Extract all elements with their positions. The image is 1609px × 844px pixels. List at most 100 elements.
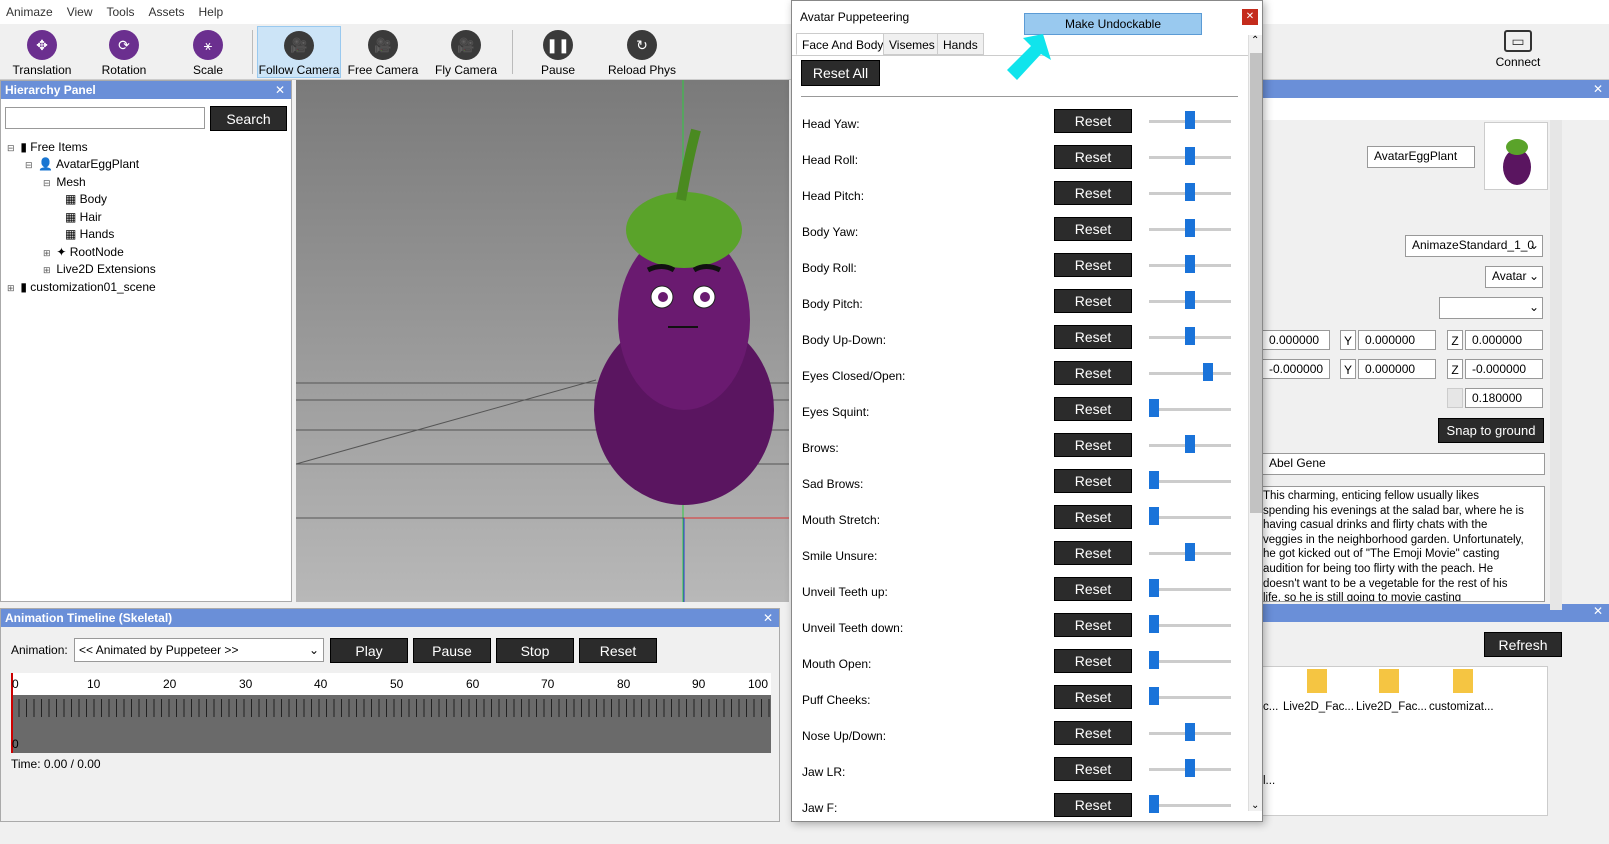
rot-x-field[interactable]: -0.000000 [1262,359,1330,379]
reset-button[interactable]: Reset [1054,613,1132,637]
menu-assets[interactable]: Assets [149,5,185,19]
slider-thumb[interactable] [1149,651,1159,669]
play-button[interactable]: Play [330,638,408,663]
reset-button[interactable]: Reset [1054,577,1132,601]
description-textarea[interactable]: This charming, enticing fellow usually l… [1262,486,1545,602]
slider-thumb[interactable] [1149,795,1159,813]
slider-thumb[interactable] [1149,615,1159,633]
tree-item[interactable]: ▦ Hair [65,209,102,226]
slider-thumb[interactable] [1185,723,1195,741]
timeline-ruler[interactable]: 0 10 20 30 40 50 60 70 80 90 100 0 [11,673,771,753]
slider-thumb[interactable] [1149,471,1159,489]
slider-thumb[interactable] [1185,147,1195,165]
slider-thumb[interactable] [1149,687,1159,705]
slider-track[interactable] [1149,480,1231,483]
tree-item[interactable]: ▦ Body [65,191,107,208]
slider-thumb[interactable] [1203,363,1213,381]
avatar-name-field[interactable]: AvatarEggPlant [1367,146,1475,168]
reset-button[interactable]: Reset [1054,793,1132,817]
slider-thumb[interactable] [1185,435,1195,453]
rotation-button[interactable]: ⟳ Rotation [82,26,166,78]
scrollbar[interactable]: ⌃ ⌄ [1248,35,1262,811]
reset-anim-button[interactable]: Reset [579,638,657,663]
slider-thumb[interactable] [1185,183,1195,201]
tree-item[interactable]: ⊞ ▮ customization01_scene [7,279,156,296]
hierarchy-search-input[interactable] [5,107,205,129]
reset-button[interactable]: Reset [1054,721,1132,745]
rot-z-field[interactable]: -0.000000 [1465,359,1543,379]
tree-item[interactable]: ⊟ Mesh [43,174,86,191]
tree-item[interactable]: ⊟ ▮ Free Items [7,139,88,156]
follow-camera-button[interactable]: 🎥 Follow Camera [257,26,341,78]
slider-track[interactable] [1149,588,1231,591]
reset-button[interactable]: Reset [1054,145,1132,169]
reset-button[interactable]: Reset [1054,433,1132,457]
slider-thumb[interactable] [1185,759,1195,777]
folder-item[interactable]: Live2D_Fac... [1283,701,1354,713]
menu-animaze[interactable]: Animaze [6,5,53,19]
3d-viewport[interactable] [296,80,789,602]
rot-y-field[interactable]: 0.000000 [1358,359,1436,379]
slider-track[interactable] [1149,804,1231,807]
pos-x-field[interactable]: 0.000000 [1262,330,1330,350]
reset-button[interactable]: Reset [1054,217,1132,241]
menu-tools[interactable]: Tools [106,5,134,19]
reset-button[interactable]: Reset [1054,181,1132,205]
tree-item[interactable]: ⊟ 👤 AvatarEggPlant [25,156,139,173]
slider-track[interactable] [1149,372,1231,375]
animation-select[interactable]: << Animated by Puppeteer >> ⌄ [74,638,324,662]
scale-button[interactable]: ⚹ Scale [166,26,250,78]
reset-button[interactable]: Reset [1054,289,1132,313]
reset-button[interactable]: Reset [1054,109,1132,133]
reset-all-button[interactable]: Reset All [801,60,880,86]
reset-button[interactable]: Reset [1054,685,1132,709]
tab-visemes[interactable]: Visemes [883,33,941,55]
reset-button[interactable]: Reset [1054,649,1132,673]
slider-thumb[interactable] [1185,543,1195,561]
chevron-down-icon[interactable]: ⌄ [1251,800,1259,811]
slider-track[interactable] [1149,660,1231,663]
pause-anim-button[interactable]: Pause [413,638,491,663]
stop-button[interactable]: Stop [496,638,574,663]
reset-button[interactable]: Reset [1054,505,1132,529]
folder-item[interactable]: customizat... [1429,701,1494,713]
hierarchy-search-button[interactable]: Search [210,106,287,131]
reset-button[interactable]: Reset [1054,361,1132,385]
scrollbar-thumb[interactable] [1250,53,1262,513]
slider-thumb[interactable] [1185,111,1195,129]
snap-to-ground-button[interactable]: Snap to ground [1438,418,1544,443]
tab-hands[interactable]: Hands [937,33,984,55]
tree-item[interactable]: ▦ Hands [65,226,114,243]
fly-camera-button[interactable]: 🎥 Fly Camera [424,26,508,78]
slider-thumb[interactable] [1149,399,1159,417]
tree-item[interactable]: ⊞ Live2D Extensions [43,261,156,278]
slider-thumb[interactable] [1149,507,1159,525]
behavior-select[interactable]: AnimazeStandard_1_0 ⌄ [1405,235,1543,257]
slider-thumb[interactable] [1185,255,1195,273]
empty-select[interactable]: ⌄ [1439,297,1543,319]
slider-track[interactable] [1149,696,1231,699]
reset-button[interactable]: Reset [1054,253,1132,277]
reset-button[interactable]: Reset [1054,469,1132,493]
folder-item[interactable]: Live2D_Fac... [1356,701,1427,713]
translation-button[interactable]: ✥ Translation [0,26,84,78]
slider-track[interactable] [1149,408,1231,411]
scrollbar[interactable] [1550,120,1562,610]
slider-track[interactable] [1149,516,1231,519]
pos-y-field[interactable]: 0.000000 [1358,330,1436,350]
close-icon[interactable]: ✕ [1593,80,1603,98]
scale-field[interactable]: 0.180000 [1465,388,1543,408]
close-icon[interactable]: ✕ [275,81,285,99]
slider-thumb[interactable] [1185,327,1195,345]
pos-z-field[interactable]: 0.000000 [1465,330,1543,350]
pause-button[interactable]: ❚❚ Pause [516,26,600,78]
slider-track[interactable] [1149,624,1231,627]
tree-item[interactable]: ⊞ ✦ RootNode [43,244,124,261]
menu-help[interactable]: Help [199,5,224,19]
reset-button[interactable]: Reset [1054,325,1132,349]
refresh-button[interactable]: Refresh [1484,632,1562,657]
connect-button[interactable]: ▭ Connect [1476,26,1560,78]
reset-button[interactable]: Reset [1054,397,1132,421]
reset-button[interactable]: Reset [1054,541,1132,565]
menu-view[interactable]: View [67,5,93,19]
